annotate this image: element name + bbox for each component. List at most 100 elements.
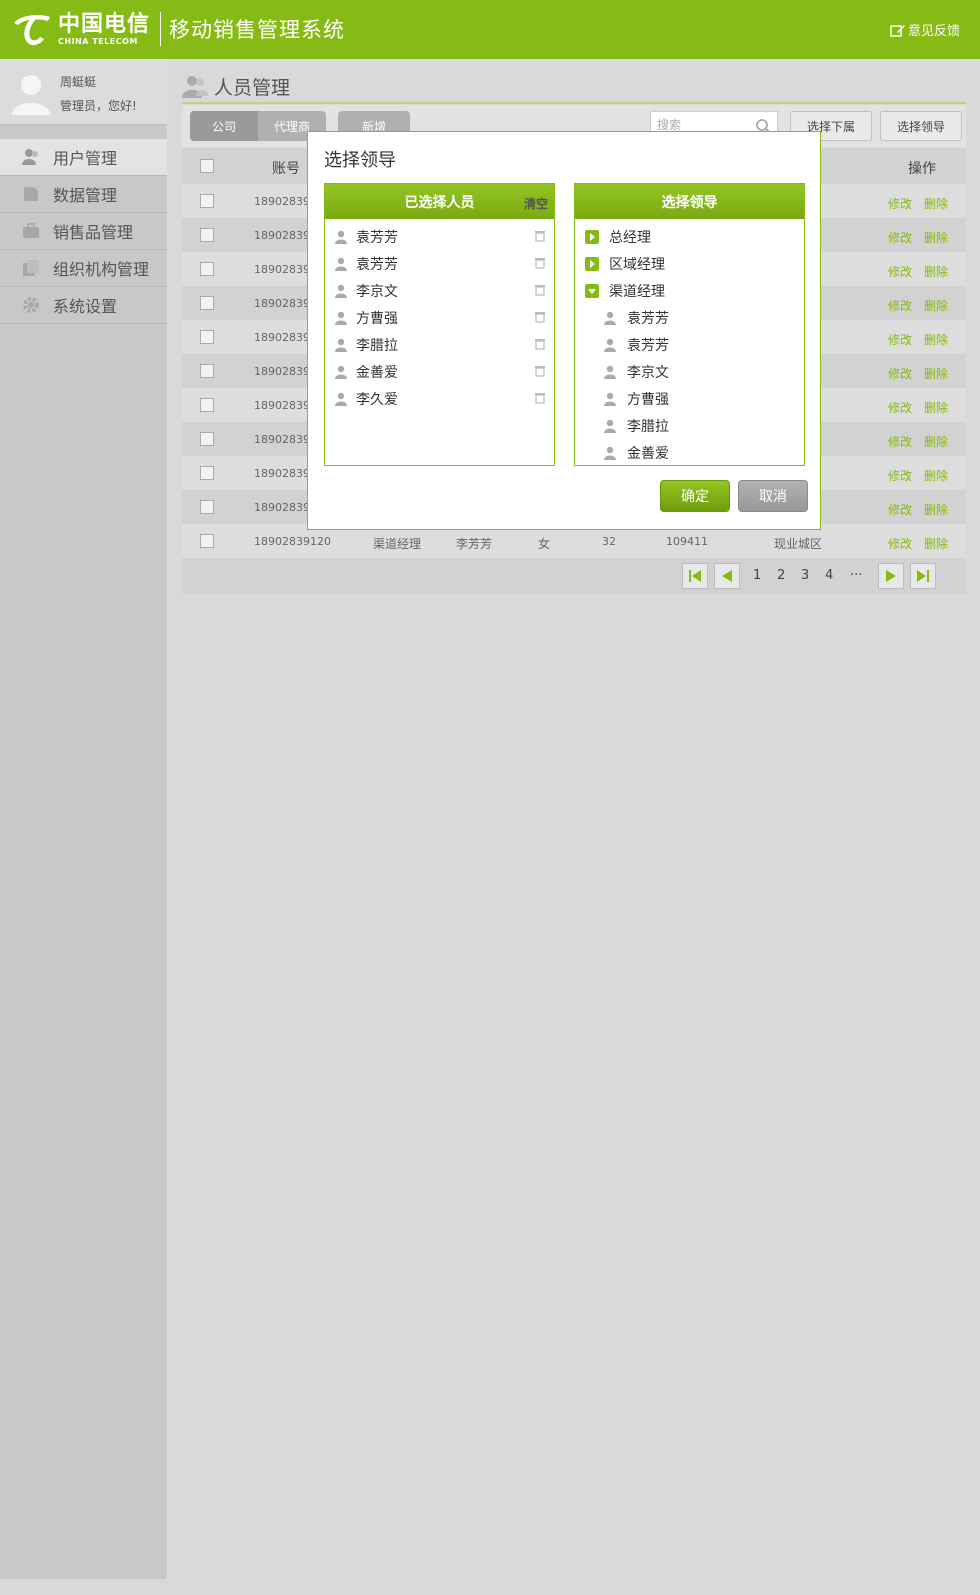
tree-group-node[interactable]: 渠道经理 xyxy=(575,277,804,304)
edit-icon xyxy=(890,24,905,37)
tree-node-label: 袁芳芳 xyxy=(627,310,669,327)
row-checkbox[interactable] xyxy=(200,330,214,344)
tree-leaf-person[interactable]: 袁芳芳 xyxy=(575,331,804,358)
delete-link[interactable]: 删除 xyxy=(924,501,948,518)
first-page-button[interactable] xyxy=(682,563,708,589)
person-name: 李京文 xyxy=(356,283,398,300)
page-number[interactable]: 4 xyxy=(825,568,833,583)
trash-icon[interactable] xyxy=(534,365,546,381)
cancel-button[interactable]: 取消 xyxy=(738,480,808,512)
collapsed-arrow-icon xyxy=(585,229,599,244)
trash-icon[interactable] xyxy=(534,230,546,246)
clear-button[interactable]: 清空 xyxy=(524,195,548,212)
edit-link[interactable]: 修改 xyxy=(888,535,912,552)
sidebar-item-label: 组织机构管理 xyxy=(53,260,150,279)
delete-link[interactable]: 删除 xyxy=(924,467,948,484)
tree-leaf-person[interactable]: 方曹强 xyxy=(575,385,804,412)
sidebar-item-data[interactable]: 数据管理 xyxy=(0,176,167,213)
sidebar-item-org[interactable]: 组织机构管理 xyxy=(0,250,167,287)
person-icon xyxy=(603,338,617,352)
row-checkbox[interactable] xyxy=(200,194,214,208)
sidebar-item-users[interactable]: 用户管理 xyxy=(0,139,167,176)
page-number[interactable]: 2 xyxy=(777,568,785,583)
tab-company[interactable]: 公司 xyxy=(190,111,258,141)
person-icon xyxy=(334,338,348,352)
sidebar-item-settings[interactable]: 系统设置 xyxy=(0,287,167,324)
next-page-icon xyxy=(886,570,896,582)
tree-group-node[interactable]: 总经理 xyxy=(575,223,804,250)
sidebar-item-label: 用户管理 xyxy=(53,149,118,168)
trash-icon[interactable] xyxy=(534,257,546,273)
person-name: 金善爱 xyxy=(356,364,398,381)
delete-link[interactable]: 删除 xyxy=(924,297,948,314)
logo-chinese-text: 中国电信 xyxy=(58,10,151,37)
page-number[interactable]: 1 xyxy=(753,568,761,583)
edit-link[interactable]: 修改 xyxy=(888,195,912,212)
row-checkbox[interactable] xyxy=(200,432,214,446)
person-icon xyxy=(334,284,348,298)
briefcase-icon xyxy=(22,222,40,240)
edit-link[interactable]: 修改 xyxy=(888,467,912,484)
tree-node-label: 方曹强 xyxy=(627,391,669,408)
edit-link[interactable]: 修改 xyxy=(888,229,912,246)
row-checkbox[interactable] xyxy=(200,364,214,378)
person-icon xyxy=(603,446,617,460)
sidebar-item-products[interactable]: 销售品管理 xyxy=(0,213,167,250)
person-name: 袁芳芳 xyxy=(356,256,398,273)
delete-link[interactable]: 删除 xyxy=(924,263,948,280)
row-checkbox[interactable] xyxy=(200,500,214,514)
row-checkbox[interactable] xyxy=(200,262,214,276)
tree-leaf-person[interactable]: 袁芳芳 xyxy=(575,304,804,331)
page-header: 人员管理 xyxy=(182,70,966,104)
selected-people-list: 袁芳芳 袁芳芳 李京文 方曹强 李腊拉 金善爱 李久爱 xyxy=(325,219,554,412)
confirm-button[interactable]: 确定 xyxy=(660,480,730,512)
delete-link[interactable]: 删除 xyxy=(924,195,948,212)
delete-link[interactable]: 删除 xyxy=(924,365,948,382)
row-checkbox[interactable] xyxy=(200,534,214,548)
row-checkbox[interactable] xyxy=(200,228,214,242)
tree-leaf-person[interactable]: 李腊拉 xyxy=(575,412,804,439)
row-checkbox[interactable] xyxy=(200,296,214,310)
person-icon xyxy=(603,392,617,406)
delete-link[interactable]: 删除 xyxy=(924,535,948,552)
last-page-button[interactable] xyxy=(910,563,936,589)
feedback-link[interactable]: 意见反馈 xyxy=(890,20,960,39)
edit-link[interactable]: 修改 xyxy=(888,297,912,314)
collapsed-arrow-icon xyxy=(585,256,599,271)
prev-page-button[interactable] xyxy=(714,563,740,589)
person-icon xyxy=(603,311,617,325)
tree-leaf-person[interactable]: 金善爱 xyxy=(575,439,804,466)
edit-link[interactable]: 修改 xyxy=(888,399,912,416)
next-page-button[interactable] xyxy=(878,563,904,589)
tree-node-label: 金善爱 xyxy=(627,445,669,462)
leader-panel-title: 选择领导 xyxy=(661,194,718,211)
trash-icon[interactable] xyxy=(534,284,546,300)
tree-node-label: 袁芳芳 xyxy=(627,337,669,354)
edit-link[interactable]: 修改 xyxy=(888,501,912,518)
edit-link[interactable]: 修改 xyxy=(888,433,912,450)
row-checkbox[interactable] xyxy=(200,466,214,480)
database-icon xyxy=(22,185,40,203)
select-leader-button[interactable]: 选择领导 xyxy=(880,111,962,141)
selected-person-item: 方曹强 xyxy=(325,304,554,331)
delete-link[interactable]: 删除 xyxy=(924,229,948,246)
tree-group-node[interactable]: 区域经理 xyxy=(575,250,804,277)
logo-english-text: CHINA TELECOM xyxy=(58,36,138,46)
delete-link[interactable]: 删除 xyxy=(924,433,948,450)
delete-link[interactable]: 删除 xyxy=(924,331,948,348)
users-icon xyxy=(22,148,40,166)
trash-icon[interactable] xyxy=(534,311,546,327)
trash-icon[interactable] xyxy=(534,392,546,408)
row-checkbox[interactable] xyxy=(200,398,214,412)
person-icon xyxy=(334,365,348,379)
cell-region: 现业城区 xyxy=(774,537,823,551)
delete-link[interactable]: 删除 xyxy=(924,399,948,416)
tree-leaf-person[interactable]: 李京文 xyxy=(575,358,804,385)
edit-link[interactable]: 修改 xyxy=(888,331,912,348)
page-number[interactable]: 3 xyxy=(801,568,809,583)
person-icon xyxy=(603,365,617,379)
edit-link[interactable]: 修改 xyxy=(888,365,912,382)
edit-link[interactable]: 修改 xyxy=(888,263,912,280)
select-all-checkbox[interactable] xyxy=(200,159,214,173)
trash-icon[interactable] xyxy=(534,338,546,354)
